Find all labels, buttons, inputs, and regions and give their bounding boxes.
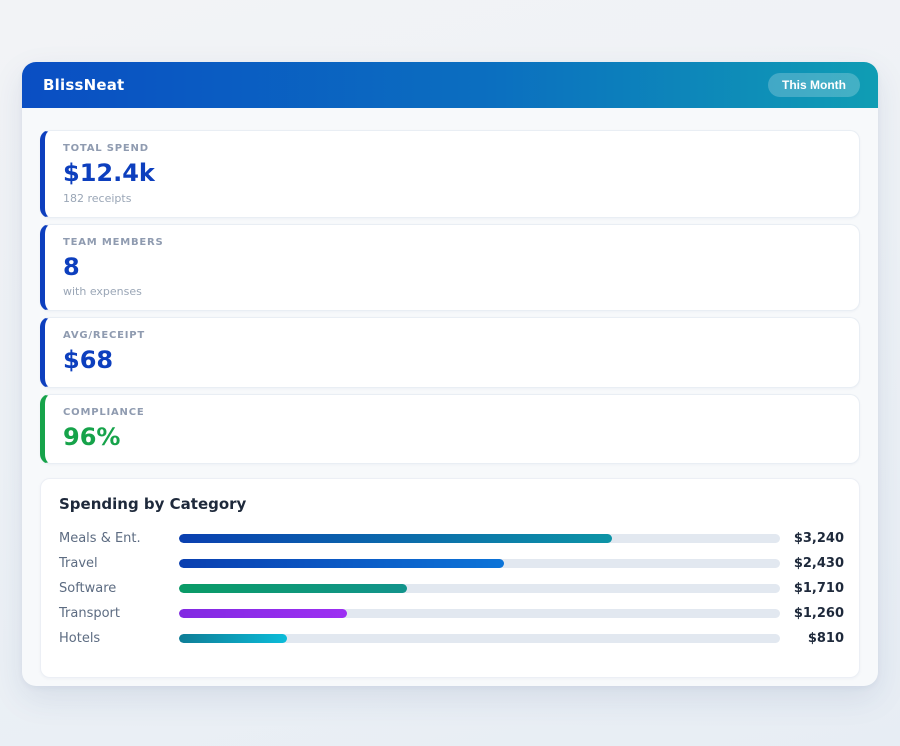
chart-row: Transport $1,260: [59, 601, 844, 626]
period-badge[interactable]: This Month: [768, 73, 860, 97]
chart-category-label: Travel: [59, 556, 179, 571]
chart-value-label: $1,710: [780, 581, 844, 596]
chart-bar-track: [179, 609, 780, 618]
stats-list: TOTAL SPEND $12.4k 182 receipts TEAM MEM…: [40, 130, 860, 464]
chart-category-label: Meals & Ent.: [59, 531, 179, 546]
chart-bar-fill: [179, 634, 287, 643]
dashboard-panel: BlissNeat This Month TOTAL SPEND $12.4k …: [22, 62, 878, 686]
chart-row: Travel $2,430: [59, 551, 844, 576]
chart-value-label: $2,430: [780, 556, 844, 571]
stat-label: COMPLIANCE: [63, 407, 841, 418]
chart-bar-fill: [179, 559, 504, 568]
chart-category-label: Hotels: [59, 631, 179, 646]
stat-value: $12.4k: [63, 160, 841, 188]
stat-label: TOTAL SPEND: [63, 143, 841, 154]
stat-value: $68: [63, 347, 841, 375]
chart-row: Software $1,710: [59, 576, 844, 601]
chart-bar-fill: [179, 609, 347, 618]
stat-subtext: with expenses: [63, 285, 841, 298]
chart-row: Hotels $810: [59, 626, 844, 651]
chart-category-label: Software: [59, 581, 179, 596]
stat-value: 96%: [63, 424, 841, 452]
chart-rows: Meals & Ent. $3,240 Travel $2,430 Softwa…: [59, 526, 844, 651]
stat-subtext: 182 receipts: [63, 192, 841, 205]
chart-value-label: $810: [780, 631, 844, 646]
stat-label: AVG/RECEIPT: [63, 330, 841, 341]
stat-card: AVG/RECEIPT $68: [40, 317, 860, 388]
chart-value-label: $1,260: [780, 606, 844, 621]
chart-category-label: Transport: [59, 606, 179, 621]
chart-bar-track: [179, 559, 780, 568]
chart-bar-track: [179, 584, 780, 593]
app-header: BlissNeat This Month: [22, 62, 878, 108]
spending-chart-card: Spending by Category Meals & Ent. $3,240…: [40, 478, 860, 678]
stat-card: COMPLIANCE 96%: [40, 394, 860, 465]
chart-title: Spending by Category: [59, 495, 844, 513]
chart-bar-track: [179, 634, 780, 643]
stat-value: 8: [63, 254, 841, 282]
chart-bar-track: [179, 534, 780, 543]
chart-bar-fill: [179, 534, 612, 543]
chart-bar-fill: [179, 584, 407, 593]
stat-card: TOTAL SPEND $12.4k 182 receipts: [40, 130, 860, 218]
chart-row: Meals & Ent. $3,240: [59, 526, 844, 551]
dashboard-content: TOTAL SPEND $12.4k 182 receipts TEAM MEM…: [22, 108, 878, 678]
app-title: BlissNeat: [43, 76, 124, 94]
stat-label: TEAM MEMBERS: [63, 237, 841, 248]
chart-value-label: $3,240: [780, 531, 844, 546]
stat-card: TEAM MEMBERS 8 with expenses: [40, 224, 860, 312]
